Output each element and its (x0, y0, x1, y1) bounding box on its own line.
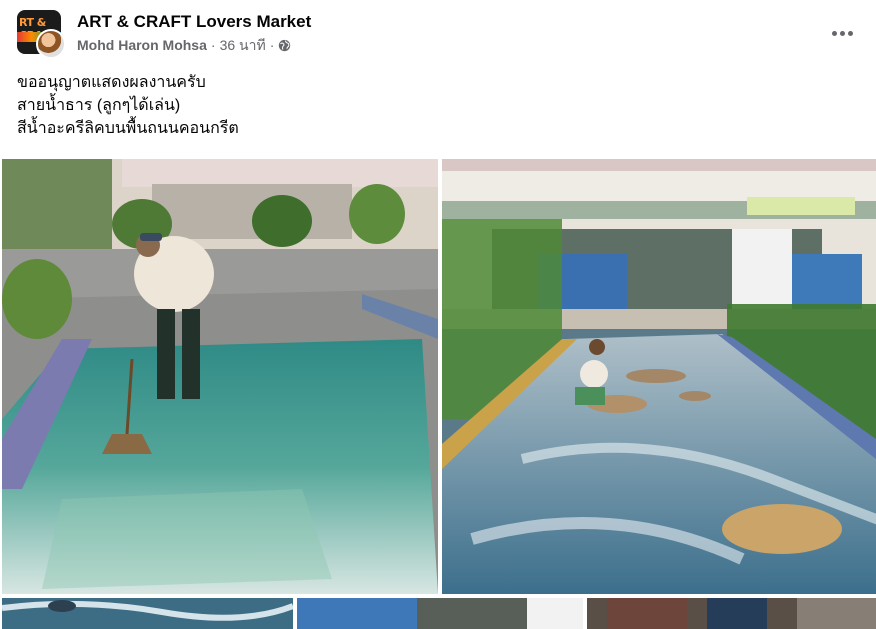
post-photo-3[interactable] (2, 598, 293, 629)
caption-line: ขออนุญาตแสดงผลงานครับ (17, 74, 206, 91)
caption-line: สายน้ำธาร (ลูกๆได้เล่น) (17, 97, 181, 114)
post-photo-4[interactable] (297, 598, 583, 629)
post-title-block: ART & CRAFT Lovers Market Mohd Haron Moh… (77, 11, 311, 54)
more-dot (847, 30, 853, 36)
meta-separator: · (210, 37, 216, 53)
post-photo-5[interactable] (587, 598, 876, 629)
meta-separator-2: · (269, 37, 275, 53)
facebook-post: RT & CRA ART & CRAFT Lovers Market Mohd … (0, 0, 876, 629)
group-name-link[interactable]: ART & CRAFT Lovers Market (77, 11, 311, 33)
more-dot (831, 30, 837, 36)
post-caption: ขออนุญาตแสดงผลงานครับ สายน้ำธาร (ลูกๆได้… (17, 71, 857, 140)
globe-icon[interactable] (278, 39, 291, 52)
post-photo-1[interactable] (2, 159, 438, 594)
avatar-stack[interactable]: RT & CRA (16, 9, 66, 59)
post-header: RT & CRA ART & CRAFT Lovers Market Mohd … (16, 9, 860, 59)
street-art-photo-sweeping (2, 159, 438, 594)
post-photo-2[interactable] (442, 159, 876, 594)
more-photos-overlay (587, 598, 876, 629)
user-avatar[interactable] (36, 29, 66, 59)
post-timestamp-link[interactable]: 36 นาที (220, 36, 266, 54)
author-name-link[interactable]: Mohd Haron Mohsa (77, 36, 207, 54)
post-meta: Mohd Haron Mohsa · 36 นาที · (77, 36, 311, 54)
thumbnail-river-closeup (2, 598, 293, 629)
more-dot (839, 30, 845, 36)
street-art-photo-river (442, 159, 876, 594)
thumbnail-school-building (297, 598, 583, 629)
more-options-button[interactable] (824, 15, 860, 51)
caption-line: สีน้ำอะครีลิคบนพื้นถนนคอนกรีต (17, 120, 239, 137)
